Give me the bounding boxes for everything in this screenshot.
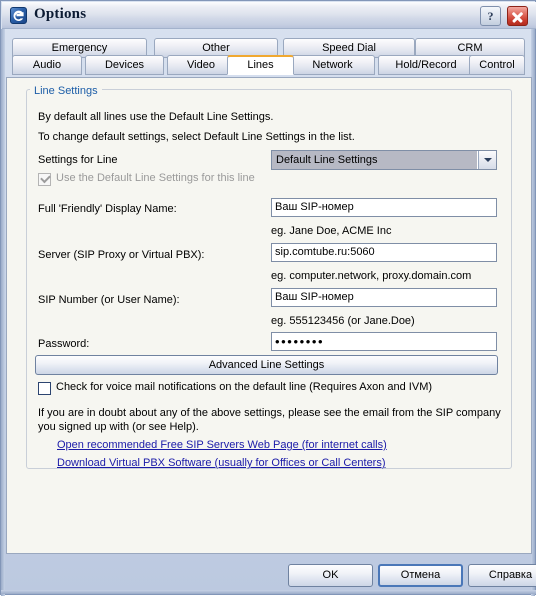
- display-name-input[interactable]: Ваш SIP-номер: [271, 198, 497, 217]
- window-title: Options: [34, 6, 87, 22]
- tab-lines[interactable]: Lines: [227, 55, 294, 75]
- close-icon[interactable]: [507, 6, 528, 26]
- voicemail-checkbox: [38, 382, 51, 395]
- sip-number-hint: eg. 555123456 (or Jane.Doe): [271, 315, 415, 327]
- window-left-edge: [1, 29, 5, 596]
- server-input[interactable]: sip.comtube.ru:5060: [271, 243, 497, 262]
- dialog-footer: OK Отмена Справка: [6, 557, 536, 591]
- server-hint: eg. computer.network, proxy.domain.com: [271, 270, 472, 282]
- server-label: Server (SIP Proxy or Virtual PBX):: [38, 249, 205, 261]
- tab-audio[interactable]: Audio: [12, 55, 82, 75]
- use-default-line-settings-checkbox: [38, 172, 51, 186]
- tab-network[interactable]: Network: [290, 55, 375, 75]
- use-default-line-settings-label: Use the Default Line Settings for this l…: [56, 172, 255, 184]
- app-logo-icon: [10, 7, 27, 24]
- tab-video[interactable]: Video: [167, 55, 235, 75]
- link-free-sip-servers[interactable]: Open recommended Free SIP Servers Web Pa…: [57, 439, 387, 451]
- display-name-label: Full 'Friendly' Display Name:: [38, 203, 177, 215]
- line-settings-group-title: Line Settings: [30, 85, 102, 97]
- advanced-line-settings-button[interactable]: Advanced Line Settings: [35, 355, 498, 375]
- intro-text-line1: By default all lines use the Default Lin…: [38, 111, 274, 123]
- use-default-line-settings-checkbox-row[interactable]: Use the Default Line Settings for this l…: [38, 172, 255, 186]
- title-bar: Options ?: [2, 2, 536, 29]
- help-titlebar-button[interactable]: ?: [480, 6, 501, 26]
- options-window: Options ? Emergency Other Speed Dial CRM…: [0, 0, 536, 596]
- settings-for-line-combo[interactable]: Default Line Settings: [271, 150, 497, 170]
- help-button[interactable]: Справка: [468, 564, 536, 587]
- chevron-down-icon[interactable]: [478, 151, 496, 169]
- voicemail-checkbox-label: Check for voice mail notifications on th…: [56, 381, 433, 393]
- doubt-text-line1: If you are in doubt about any of the abo…: [38, 407, 501, 419]
- ok-button[interactable]: OK: [288, 564, 373, 587]
- password-label: Password:: [38, 338, 90, 350]
- settings-for-line-value: Default Line Settings: [272, 151, 477, 169]
- tab-devices[interactable]: Devices: [85, 55, 164, 75]
- link-virtual-pbx-software[interactable]: Download Virtual PBX Software (usually f…: [57, 457, 386, 469]
- cancel-button[interactable]: Отмена: [378, 564, 463, 587]
- lines-tab-page: [6, 77, 532, 554]
- tab-hold-record[interactable]: Hold/Record: [378, 55, 474, 75]
- voicemail-checkbox-row[interactable]: Check for voice mail notifications on th…: [38, 381, 432, 395]
- sip-number-label: SIP Number (or User Name):: [38, 294, 180, 306]
- display-name-hint: eg. Jane Doe, ACME Inc: [271, 225, 392, 237]
- intro-text-line2: To change default settings, select Defau…: [38, 131, 355, 143]
- doubt-text-line2: you signed up with (or see Help).: [38, 421, 199, 433]
- settings-for-line-label: Settings for Line: [38, 154, 118, 166]
- tab-strip: Emergency Other Speed Dial CRM Audio Dev…: [6, 33, 532, 77]
- tab-control[interactable]: Control: [469, 55, 525, 75]
- sip-number-input[interactable]: Ваш SIP-номер: [271, 288, 497, 307]
- password-input[interactable]: ••••••••: [271, 332, 497, 351]
